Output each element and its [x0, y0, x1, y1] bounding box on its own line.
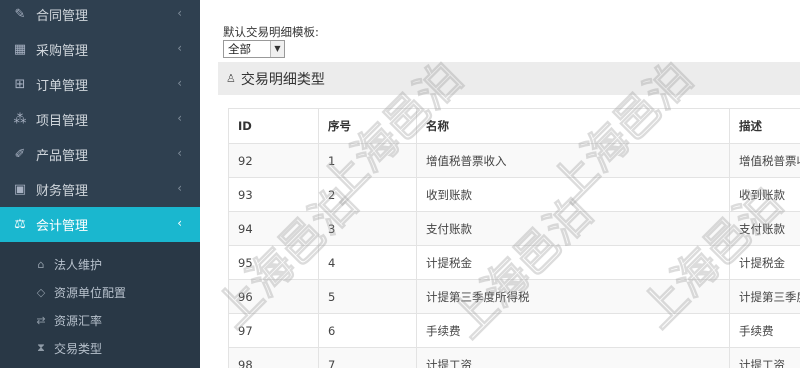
sidebar: ✎ 合同管理 ‹ ▦ 采购管理 ‹ ⊞ 订单管理 ‹ ⁂ 项目管理 ‹ ✐ 产品… — [0, 0, 200, 368]
pencil-icon: ✐ — [14, 147, 26, 162]
nav-item-purchase[interactable]: ▦ 采购管理 ‹ — [0, 32, 200, 67]
sub-item-label: 交易类型 — [54, 341, 103, 356]
column-header-desc[interactable]: 描述 — [729, 108, 800, 144]
nav-item-label: 订单管理 — [36, 79, 89, 94]
sub-item-legal-entity[interactable]: ⌂ 法人维护 — [0, 250, 200, 278]
nav-item-label: 项目管理 — [36, 114, 89, 129]
nav-item-label: 财务管理 — [36, 184, 89, 199]
cell-desc: 支付账款 — [729, 211, 800, 246]
hourglass-icon: ⧗ — [37, 341, 45, 354]
chevron-left-icon: ‹ — [177, 6, 182, 20]
table-row[interactable]: 94 3 支付账款 支付账款 — [228, 211, 800, 246]
chevron-left-icon: ‹ — [177, 111, 182, 125]
panel-title: 交易明细类型 — [240, 71, 325, 88]
nav-item-accounting[interactable]: ⚖ 会计管理 ‹ — [0, 207, 200, 242]
cell-desc: 手续费 — [729, 313, 800, 348]
cell-desc: 收到账款 — [729, 177, 800, 212]
cell-id: 96 — [228, 279, 319, 314]
nav-item-orders[interactable]: ⊞ 订单管理 ‹ — [0, 67, 200, 102]
column-header-seq[interactable]: 序号 — [318, 108, 417, 144]
sub-item-exchange-rate[interactable]: ⇄ 资源汇率 — [0, 306, 200, 334]
cell-seq: 1 — [318, 143, 417, 178]
table-row[interactable]: 98 7 计提工资 计提工资 — [228, 347, 800, 368]
diamond-icon: ◇ — [36, 285, 46, 299]
table-row[interactable]: 95 4 计提税金 计提税金 — [228, 245, 800, 280]
cell-name: 手续费 — [416, 313, 730, 348]
cell-id: 97 — [228, 313, 319, 348]
nav-item-projects[interactable]: ⁂ 项目管理 ‹ — [0, 102, 200, 137]
cell-seq: 3 — [318, 211, 417, 246]
sub-item-label: 资源单位配置 — [54, 285, 127, 300]
cell-name: 增值税普票收入 — [416, 143, 730, 178]
cell-desc: 计提第三季度所得税 — [729, 279, 800, 314]
box-icon: ▦ — [13, 42, 27, 57]
sub-item-transaction-type[interactable]: ⧗ 交易类型 — [0, 334, 200, 362]
cell-seq: 4 — [318, 245, 417, 280]
cell-name: 收到账款 — [416, 177, 730, 212]
cell-desc: 计提税金 — [729, 245, 800, 280]
table-row[interactable]: 97 6 手续费 手续费 — [228, 313, 800, 348]
bank-icon: ⌂ — [37, 257, 45, 271]
cubes-icon: ⁂ — [13, 112, 27, 127]
cell-seq: 6 — [318, 313, 417, 348]
nav-item-label: 产品管理 — [36, 149, 89, 164]
cell-id: 95 — [228, 245, 319, 280]
table-row[interactable]: 92 1 增值税普票收入 增值税普票收入 — [228, 143, 800, 178]
template-select[interactable]: 全部 ▼ — [223, 40, 285, 58]
chevron-left-icon: ‹ — [177, 76, 182, 90]
balance-scale-icon: ⚖ — [14, 217, 26, 232]
template-select-value: 全部 — [228, 42, 251, 56]
sub-item-label: 法人维护 — [54, 257, 103, 272]
cell-id: 92 — [228, 143, 319, 178]
exchange-icon: ⇄ — [36, 313, 46, 327]
cell-desc: 增值税普票收入 — [729, 143, 800, 178]
user-icon: ♙ — [226, 72, 236, 85]
template-label: 默认交易明细模板: — [223, 25, 319, 39]
cell-desc: 计提工资 — [729, 347, 800, 368]
nav-item-label: 采购管理 — [36, 44, 89, 59]
chevron-left-icon: ‹ — [177, 146, 182, 160]
cell-name: 计提工资 — [416, 347, 730, 368]
sub-item-label: 资源汇率 — [54, 313, 103, 328]
chevron-left-icon: ‹ — [177, 41, 182, 55]
cart-icon: ⊞ — [14, 77, 26, 92]
edit-icon: ✎ — [14, 7, 26, 22]
cell-id: 94 — [228, 211, 319, 246]
cell-id: 98 — [228, 347, 319, 368]
cell-name: 计提税金 — [416, 245, 730, 280]
table-row[interactable]: 96 5 计提第三季度所得税 计提第三季度所得税 — [228, 279, 800, 314]
transaction-type-table: ID 序号 名称 描述 92 1 增值税普票收入 增值税普票收入 93 2 收到… — [228, 108, 800, 368]
cell-id: 93 — [228, 177, 319, 212]
sub-item-resource-unit[interactable]: ◇ 资源单位配置 — [0, 278, 200, 306]
cell-name: 计提第三季度所得税 — [416, 279, 730, 314]
chevron-left-icon: ‹ — [177, 216, 182, 230]
nav-item-label: 合同管理 — [36, 9, 89, 24]
cell-seq: 5 — [318, 279, 417, 314]
main-content: 默认交易明细模板: 全部 ▼ ♙ 交易明细类型 ID 序号 名称 描述 92 1 — [200, 0, 800, 368]
money-icon: ▣ — [13, 182, 27, 197]
nav-item-label: 会计管理 — [36, 219, 89, 234]
chevron-down-icon: ▼ — [270, 41, 284, 57]
accounting-submenu: ⌂ 法人维护 ◇ 资源单位配置 ⇄ 资源汇率 ⧗ 交易类型 — [0, 242, 200, 368]
cell-seq: 2 — [318, 177, 417, 212]
cell-name: 支付账款 — [416, 211, 730, 246]
table-container: ID 序号 名称 描述 92 1 增值税普票收入 增值税普票收入 93 2 收到… — [228, 108, 800, 368]
chevron-left-icon: ‹ — [177, 181, 182, 195]
nav-item-contract[interactable]: ✎ 合同管理 ‹ — [0, 0, 200, 32]
table-header-row: ID 序号 名称 描述 — [228, 108, 800, 144]
panel-header: ♙ 交易明细类型 — [218, 62, 800, 95]
table-row[interactable]: 93 2 收到账款 收到账款 — [228, 177, 800, 212]
nav-item-products[interactable]: ✐ 产品管理 ‹ — [0, 137, 200, 172]
nav-item-finance[interactable]: ▣ 财务管理 ‹ — [0, 172, 200, 207]
column-header-id[interactable]: ID — [228, 108, 319, 144]
column-header-name[interactable]: 名称 — [416, 108, 730, 144]
cell-seq: 7 — [318, 347, 417, 368]
